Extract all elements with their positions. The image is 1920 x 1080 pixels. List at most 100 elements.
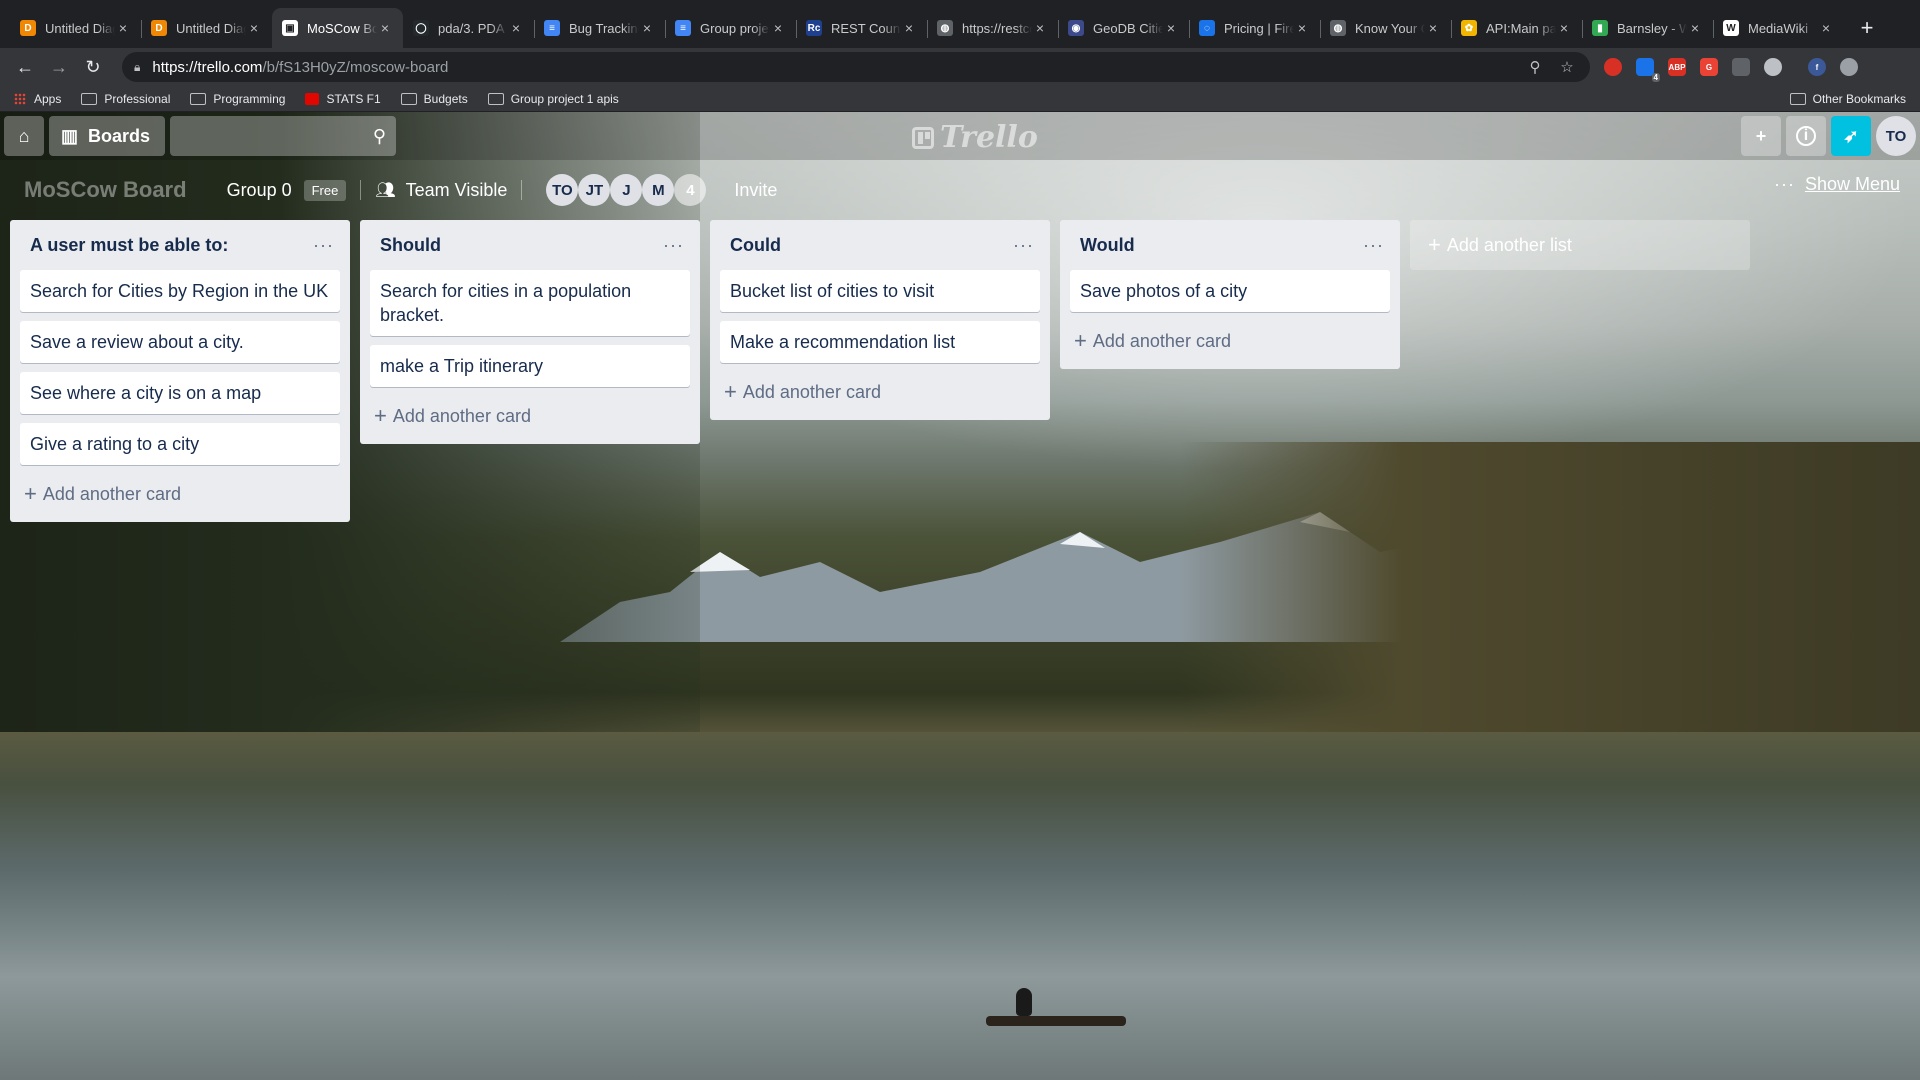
- browser-tab[interactable]: ◉ GeoDB Cities×: [1058, 8, 1189, 48]
- tab-close-icon[interactable]: ×: [115, 20, 131, 36]
- other-bookmarks[interactable]: Other Bookmarks: [1789, 92, 1906, 106]
- home-button[interactable]: ⌂: [4, 116, 44, 156]
- tab-close-icon[interactable]: ×: [1556, 20, 1572, 36]
- browser-tab[interactable]: ▣ MoSCow Board×: [272, 8, 403, 48]
- create-button[interactable]: +: [1741, 116, 1781, 156]
- card[interactable]: Search for cities in a population bracke…: [370, 270, 690, 336]
- tab-close-icon[interactable]: ×: [508, 20, 524, 36]
- browser-tab[interactable]: ▮ Barnsley - Wikipedia×: [1582, 8, 1713, 48]
- bookmark-label: Programming: [213, 91, 286, 106]
- add-card-button[interactable]: + Add another card: [1070, 321, 1390, 361]
- browser-tab[interactable]: D Untitled Diagram×: [141, 8, 272, 48]
- card[interactable]: Save a review about a city.: [20, 321, 340, 363]
- extension-red-icon[interactable]: [1604, 58, 1622, 76]
- visibility-button[interactable]: 👥︎ Team Visible: [375, 180, 507, 201]
- forward-button[interactable]: →: [44, 52, 74, 82]
- adblock-icon[interactable]: ABP: [1668, 58, 1686, 76]
- list-title[interactable]: Should: [380, 235, 441, 256]
- browser-tab[interactable]: ◯ pda/3. PDA ×: [403, 8, 534, 48]
- invite-button[interactable]: Invite: [726, 176, 785, 205]
- user-avatar[interactable]: TO: [1876, 116, 1916, 156]
- browser-tab[interactable]: ◍ https://restcountries×: [927, 8, 1058, 48]
- add-card-button[interactable]: + Add another card: [20, 474, 340, 514]
- member-avatar[interactable]: TO: [546, 174, 579, 206]
- tab-favicon-icon: ✿: [1461, 20, 1477, 36]
- back-button[interactable]: ←: [10, 52, 40, 82]
- browser-tab[interactable]: W MediaWiki ×: [1713, 8, 1844, 48]
- tab-close-icon[interactable]: ×: [1032, 20, 1048, 36]
- bookmark-item[interactable]: Apps: [14, 92, 61, 106]
- add-card-button[interactable]: + Add another card: [720, 372, 1040, 412]
- team-button[interactable]: Group 0 Free: [226, 179, 347, 201]
- card[interactable]: Make a recommendation list: [720, 321, 1040, 363]
- member-avatar[interactable]: JT: [578, 174, 611, 206]
- show-menu-button[interactable]: ··· Show Menu: [1774, 174, 1900, 195]
- bookmark-star-icon[interactable]: ☆: [1556, 56, 1578, 78]
- tab-close-icon[interactable]: ×: [246, 20, 262, 36]
- list-menu-icon[interactable]: ···: [1363, 235, 1384, 256]
- new-tab-button[interactable]: +: [1850, 8, 1884, 48]
- browser-tab[interactable]: ≡ Bug Tracking ×: [534, 8, 665, 48]
- browser-tab[interactable]: ✿ API:Main page×: [1451, 8, 1582, 48]
- extension-grammar-icon[interactable]: G: [1700, 58, 1718, 76]
- extension-globe-icon[interactable]: [1764, 58, 1782, 76]
- card[interactable]: Search for Cities by Region in the UK: [20, 270, 340, 312]
- plus-icon: +: [1074, 328, 1087, 353]
- team-name: Group 0: [226, 179, 292, 200]
- address-bar[interactable]: 🔒︎ https://trello.com/b/fS13H0yZ/moscow-…: [122, 52, 1590, 82]
- member-avatar[interactable]: M: [642, 174, 675, 206]
- add-list-label: Add another list: [1446, 234, 1572, 255]
- bookmark-item[interactable]: Programming: [190, 92, 285, 106]
- tab-close-icon[interactable]: ×: [770, 20, 786, 36]
- list-menu-icon[interactable]: ···: [313, 235, 334, 256]
- account-icon[interactable]: [1840, 58, 1858, 76]
- browser-tab[interactable]: ≡ Group project×: [665, 8, 796, 48]
- list-menu-icon[interactable]: ···: [1013, 235, 1034, 256]
- more-members-badge[interactable]: 4: [674, 174, 707, 206]
- trello-header: ⌂ ▥ Boards ⚲ Trello + i ➶ TO: [0, 112, 1920, 160]
- profile-icon[interactable]: f: [1808, 58, 1826, 76]
- bookmark-item[interactable]: STATS F1: [305, 92, 381, 106]
- zoom-icon[interactable]: ⚲: [1524, 56, 1546, 78]
- add-list-button[interactable]: + Add another list: [1410, 220, 1750, 270]
- board-title[interactable]: MoSCow Board: [24, 177, 187, 203]
- browser-tab[interactable]: D Untitled Diagram×: [10, 8, 141, 48]
- list-title[interactable]: A user must be able to:: [30, 235, 228, 256]
- search-icon: ⚲: [372, 125, 386, 146]
- tab-close-icon[interactable]: ×: [901, 20, 917, 36]
- tab-close-icon[interactable]: ×: [1294, 20, 1310, 36]
- tab-close-icon[interactable]: ×: [1818, 20, 1834, 36]
- tab-title: Pricing | Firebase: [1224, 20, 1294, 36]
- info-button[interactable]: i: [1786, 116, 1826, 156]
- member-avatar[interactable]: J: [610, 174, 643, 206]
- add-card-button[interactable]: + Add another card: [370, 396, 690, 436]
- notifications-button[interactable]: ➶: [1831, 116, 1871, 156]
- tab-close-icon[interactable]: ×: [1163, 20, 1179, 36]
- extension-blue-icon[interactable]: 4: [1636, 58, 1660, 82]
- card[interactable]: make a Trip itinerary: [370, 345, 690, 387]
- search-input[interactable]: ⚲: [170, 116, 396, 156]
- list-header: Would ···: [1070, 220, 1390, 270]
- list-title[interactable]: Would: [1080, 235, 1135, 256]
- list-menu-icon[interactable]: ···: [663, 235, 684, 256]
- boards-button[interactable]: ▥ Boards: [49, 116, 165, 156]
- browser-tab[interactable]: ◌ Pricing | Firebase×: [1189, 8, 1320, 48]
- tab-close-icon[interactable]: ×: [1687, 20, 1703, 36]
- tab-favicon-icon: ≡: [675, 20, 691, 36]
- bookmark-item[interactable]: Budgets: [400, 92, 468, 106]
- trello-logo[interactable]: Trello: [912, 120, 1038, 155]
- browser-tab[interactable]: ◍ Know Your City×: [1320, 8, 1451, 48]
- browser-tab[interactable]: Rc REST Countries×: [796, 8, 927, 48]
- extension-gray-icon[interactable]: [1732, 58, 1750, 76]
- tab-close-icon[interactable]: ×: [377, 20, 393, 36]
- bookmark-item[interactable]: Professional: [81, 92, 170, 106]
- card[interactable]: Give a rating to a city: [20, 423, 340, 465]
- card[interactable]: See where a city is on a map: [20, 372, 340, 414]
- list-title[interactable]: Could: [730, 235, 781, 256]
- tab-close-icon[interactable]: ×: [639, 20, 655, 36]
- bookmark-item[interactable]: Group project 1 apis: [487, 92, 619, 106]
- reload-button[interactable]: ↻: [78, 52, 108, 82]
- card[interactable]: Bucket list of cities to visit: [720, 270, 1040, 312]
- tab-close-icon[interactable]: ×: [1425, 20, 1441, 36]
- card[interactable]: Save photos of a city: [1070, 270, 1390, 312]
